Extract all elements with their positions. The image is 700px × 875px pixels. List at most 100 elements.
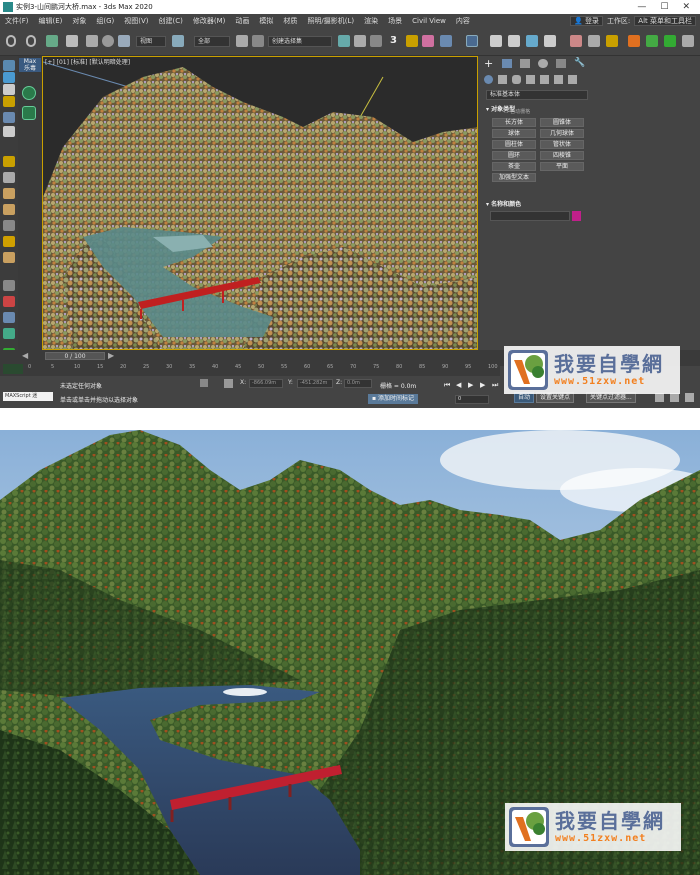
- close-button[interactable]: ✕: [682, 2, 690, 12]
- geosphere-button[interactable]: 几何球体: [540, 129, 584, 138]
- pyramid-icon[interactable]: [3, 204, 15, 215]
- menu-simulation[interactable]: 模拟: [254, 16, 278, 26]
- teapot-button[interactable]: 茶壶: [492, 162, 536, 171]
- track-bar[interactable]: 0 5 10 15 20 25 30 35 40 45 50 55 60 65 70 75 80 85 90 95 10…: [0, 362, 500, 376]
- goto-start-icon[interactable]: ⏮: [444, 381, 452, 389]
- modify-tab-icon[interactable]: [502, 59, 512, 68]
- menu-rendering[interactable]: 渲染: [359, 16, 383, 26]
- window-crossing-icon[interactable]: [252, 35, 264, 47]
- pivot-icon[interactable]: [172, 35, 184, 47]
- utilities-tab-icon[interactable]: 🔧: [574, 58, 585, 68]
- z-coord-field[interactable]: 0.0m: [344, 379, 372, 388]
- menu-object[interactable]: 对象: [67, 16, 91, 26]
- scene-explorer-icon[interactable]: [490, 35, 502, 47]
- menu-view[interactable]: 视图(V): [119, 16, 153, 26]
- orbit-icon[interactable]: [685, 393, 694, 402]
- next-key-icon[interactable]: ▶: [480, 381, 488, 389]
- rendered-frame-icon[interactable]: [606, 35, 618, 47]
- hierarchy-tab-icon[interactable]: [520, 59, 530, 68]
- torus-icon[interactable]: [3, 252, 15, 263]
- particle-icon[interactable]: [3, 296, 15, 307]
- menu-content[interactable]: 内容: [451, 16, 475, 26]
- box-button[interactable]: 长方体: [492, 118, 536, 127]
- cone-button[interactable]: 圆锥体: [540, 118, 584, 127]
- lock-selection-icon[interactable]: [200, 379, 208, 387]
- time-slider[interactable]: 0 / 100: [45, 352, 105, 360]
- helpers-icon[interactable]: [540, 75, 549, 84]
- menu-create[interactable]: 创建(C): [154, 16, 188, 26]
- sphere-button[interactable]: 球体: [492, 129, 536, 138]
- link-icon[interactable]: [46, 35, 58, 47]
- menu-animation[interactable]: 动画: [230, 16, 254, 26]
- selection-filter-dropdown[interactable]: 全部: [194, 36, 230, 47]
- cylinder-icon[interactable]: [3, 188, 15, 199]
- snap-toggle-icon[interactable]: 3: [390, 35, 402, 47]
- light-icon[interactable]: [3, 96, 15, 107]
- textplus-button[interactable]: 加强型文本: [492, 173, 536, 182]
- spinner-snap-icon[interactable]: [440, 35, 452, 47]
- spacewarps-icon[interactable]: [554, 75, 563, 84]
- trackbar-toggle-icon[interactable]: [3, 364, 23, 374]
- menu-material[interactable]: 材质: [278, 16, 302, 26]
- cone-icon[interactable]: [3, 220, 15, 231]
- absolute-mode-icon[interactable]: [224, 379, 233, 388]
- align-icon[interactable]: [354, 35, 366, 47]
- cameras-icon[interactable]: [526, 75, 535, 84]
- render-activeshade-icon[interactable]: [664, 35, 676, 47]
- create-icon[interactable]: [3, 72, 15, 83]
- display-tab-icon[interactable]: [556, 59, 566, 68]
- plane-button[interactable]: 平面: [540, 162, 584, 171]
- pan-icon[interactable]: [670, 393, 679, 402]
- x-coord-field[interactable]: -866.09m: [249, 379, 283, 388]
- shapes-icon[interactable]: [498, 75, 507, 84]
- viewport-label[interactable]: [+] [01] [标准] [默认明暗处理]: [45, 57, 130, 66]
- move-icon[interactable]: [86, 35, 98, 47]
- layer-explorer-icon[interactable]: [508, 35, 520, 47]
- zoom-icon[interactable]: [655, 393, 664, 402]
- lights-icon[interactable]: [512, 75, 521, 84]
- star-icon[interactable]: [3, 156, 15, 167]
- maxscript-listener[interactable]: MAXScript 迷: [3, 392, 53, 401]
- menu-lights-cameras[interactable]: 照明/摄影机(L): [302, 16, 359, 26]
- shield-icon[interactable]: [22, 86, 36, 100]
- login-button[interactable]: 👤 登录: [569, 16, 603, 26]
- percent-snap-icon[interactable]: [422, 35, 434, 47]
- cylinder-button[interactable]: 圆柱体: [492, 140, 536, 149]
- scene-icon[interactable]: [3, 126, 15, 137]
- scale-icon[interactable]: [118, 35, 130, 47]
- geometry-icon[interactable]: [484, 75, 493, 84]
- edit-named-selection-icon[interactable]: [466, 35, 478, 47]
- mirror-icon[interactable]: [338, 35, 350, 47]
- angle-snap-icon[interactable]: [406, 35, 418, 47]
- play-icon[interactable]: ▶: [468, 381, 476, 389]
- menu-modifiers[interactable]: 修改器(M): [188, 16, 231, 26]
- menu-edit[interactable]: 编辑(E): [34, 16, 68, 26]
- name-color-section-header[interactable]: ▾ 名称和颜色: [486, 199, 521, 208]
- rotate-icon[interactable]: [102, 35, 114, 47]
- camera-icon[interactable]: [3, 112, 15, 123]
- maximize-button[interactable]: ☐: [660, 2, 668, 12]
- render-setup-icon[interactable]: [588, 35, 600, 47]
- tube-button[interactable]: 管状体: [540, 140, 584, 149]
- eye-icon[interactable]: [3, 60, 15, 71]
- toolbar-overflow-icon[interactable]: [682, 35, 694, 47]
- prev-frame-icon[interactable]: ◀: [22, 351, 28, 360]
- sun-icon[interactable]: [3, 236, 15, 247]
- next-frame-icon[interactable]: ▶: [108, 351, 114, 360]
- add-time-tag-button[interactable]: ▪ 添加时间标记: [368, 394, 418, 404]
- render-iterative-icon[interactable]: [646, 35, 658, 47]
- curve-editor-icon[interactable]: [526, 35, 538, 47]
- motion-tab-icon[interactable]: [538, 59, 548, 68]
- systems-icon[interactable]: [568, 75, 577, 84]
- helper-icon[interactable]: [3, 312, 15, 323]
- badge-icon[interactable]: [22, 106, 36, 120]
- workspace-dropdown[interactable]: Alt 菜单和工具栏: [634, 16, 696, 26]
- goto-end-icon[interactable]: ⏭: [492, 381, 500, 389]
- object-name-input[interactable]: [490, 211, 570, 221]
- redo-icon[interactable]: [26, 35, 36, 47]
- current-frame-field[interactable]: 0: [455, 395, 489, 404]
- select-object-icon[interactable]: [66, 35, 78, 47]
- layer-icon[interactable]: [370, 35, 382, 47]
- prev-key-icon[interactable]: ◀: [456, 381, 464, 389]
- perspective-viewport[interactable]: [+] [01] [标准] [默认明暗处理]: [42, 56, 478, 350]
